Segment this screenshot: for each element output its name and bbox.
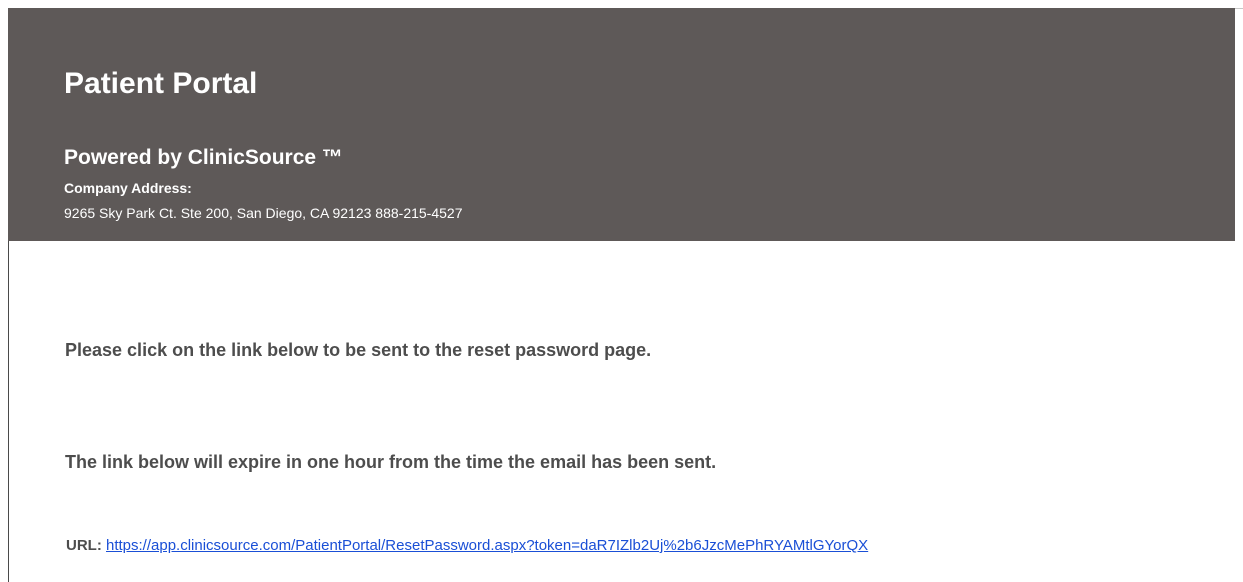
reset-instructions: Please click on the link below to be sen… [65,340,652,360]
powered-by-text: Powered by ClinicSource ™ [64,146,343,169]
company-address-label: Company Address: [64,180,192,196]
expiry-notice: The link below will expire in one hour f… [65,452,717,472]
reset-password-link[interactable]: https://app.clinicsource.com/PatientPort… [106,537,868,554]
page-title: Patient Portal [64,67,258,100]
url-label: URL: [66,537,102,554]
url-line: URL: https://app.clinicsource.com/Patien… [66,536,868,556]
company-address: 9265 Sky Park Ct. Ste 200, San Diego, CA… [64,205,463,221]
header-banner: Patient Portal Powered by ClinicSource ™… [8,8,1235,241]
